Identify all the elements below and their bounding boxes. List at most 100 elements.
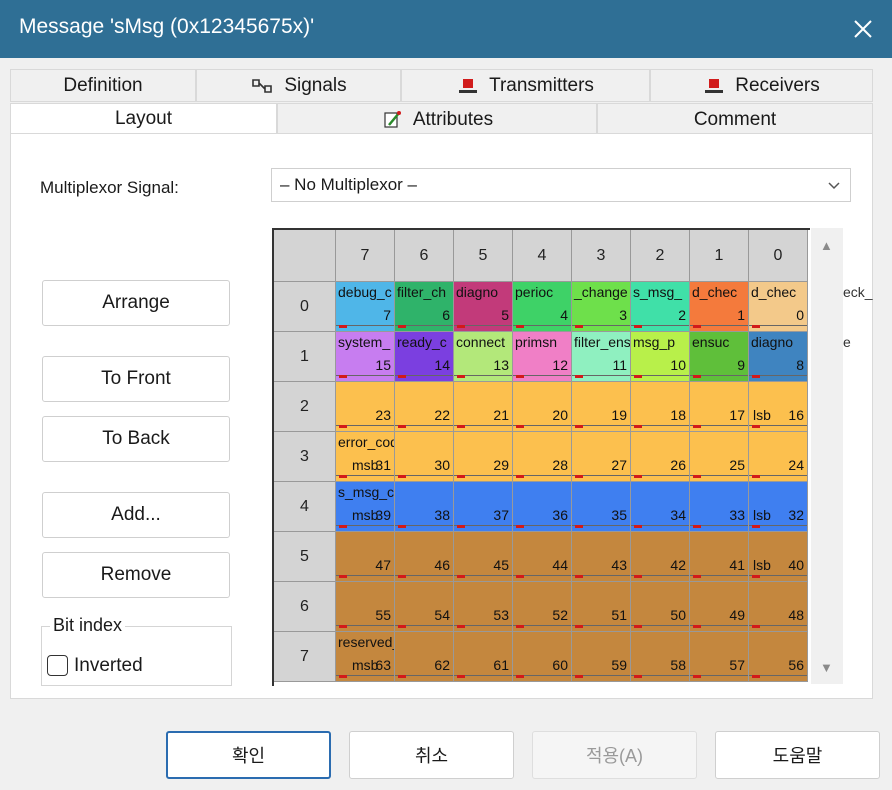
bit-cell[interactable]: 28: [513, 432, 572, 482]
close-button[interactable]: [834, 0, 892, 58]
bit-cell[interactable]: 45: [454, 532, 513, 582]
bit-cell[interactable]: s_msg_ 2: [631, 282, 690, 332]
tab-receivers[interactable]: Receivers: [650, 69, 873, 102]
bit-cell[interactable]: 52: [513, 582, 572, 632]
bit-cell[interactable]: 50: [631, 582, 690, 632]
bit-cell[interactable]: 30: [395, 432, 454, 482]
help-button[interactable]: 도움말: [715, 731, 880, 779]
bit-cell[interactable]: 19: [572, 382, 631, 432]
bit-cell[interactable]: _change 3: [572, 282, 631, 332]
bit-cell[interactable]: 42: [631, 532, 690, 582]
signal-marker: [693, 625, 701, 628]
bit-cell[interactable]: lsb 16: [749, 382, 808, 432]
bit-cell[interactable]: diagno 5: [454, 282, 513, 332]
bit-cell[interactable]: lsb 40: [749, 532, 808, 582]
inverted-checkbox[interactable]: [47, 655, 68, 676]
bit-cell[interactable]: 36: [513, 482, 572, 532]
bit-cell[interactable]: 33: [690, 482, 749, 532]
bit-cell[interactable]: 54: [395, 582, 454, 632]
bit-cell[interactable]: 37: [454, 482, 513, 532]
arrange-button[interactable]: Arrange: [42, 280, 230, 326]
bit-cell[interactable]: connect 13: [454, 332, 513, 382]
bit-cell[interactable]: lsb 32: [749, 482, 808, 532]
bit-cell[interactable]: 61: [454, 632, 513, 682]
scroll-up-icon[interactable]: ▲: [820, 238, 833, 253]
signal-marker: [457, 625, 465, 628]
bit-cell[interactable]: 27: [572, 432, 631, 482]
signal-marker: [634, 375, 642, 378]
bit-cell[interactable]: 22: [395, 382, 454, 432]
tab-layout[interactable]: Layout: [10, 103, 277, 136]
bit-cell[interactable]: diagno 8: [749, 332, 808, 382]
add-button[interactable]: Add...: [42, 492, 230, 538]
bit-cell[interactable]: 23: [336, 382, 395, 432]
bit-cell[interactable]: primsn 12: [513, 332, 572, 382]
bit-cell[interactable]: 24: [749, 432, 808, 482]
bit-cell[interactable]: 43: [572, 532, 631, 582]
bit-layout-grid[interactable]: 7 6 5 4 3 2 1 0 0 debug_c 7 filter_ch 6 diagno 5 perioc…: [272, 228, 810, 686]
bit-cell[interactable]: 35: [572, 482, 631, 532]
bit-cell[interactable]: 59: [572, 632, 631, 682]
chevron-down-icon: [828, 182, 840, 190]
bit-cell[interactable]: error_codemsb31: [336, 432, 395, 482]
to-back-button[interactable]: To Back: [42, 416, 230, 462]
bit-cell[interactable]: 58: [631, 632, 690, 682]
bit-cell[interactable]: 25: [690, 432, 749, 482]
bit-cell[interactable]: 29: [454, 432, 513, 482]
bit-cell[interactable]: 38: [395, 482, 454, 532]
bit-number: 15: [375, 357, 391, 373]
bit-cell[interactable]: filter_ch 6: [395, 282, 454, 332]
bit-cell[interactable]: d_chec 0: [749, 282, 808, 332]
inverted-label[interactable]: Inverted: [74, 655, 143, 677]
bit-cell[interactable]: 57: [690, 632, 749, 682]
lsb-label: lsb: [753, 507, 771, 523]
to-front-button[interactable]: To Front: [42, 356, 230, 402]
vertical-scrollbar[interactable]: ▲ ▼: [811, 228, 843, 684]
bit-cell[interactable]: 34: [631, 482, 690, 532]
signal-name: system_: [338, 334, 391, 350]
bit-cell[interactable]: 44: [513, 532, 572, 582]
bit-cell[interactable]: 26: [631, 432, 690, 482]
bit-cell[interactable]: 49: [690, 582, 749, 632]
multiplexor-select[interactable]: – No Multiplexor –: [271, 168, 851, 202]
bit-number: 53: [493, 607, 509, 623]
bit-cell[interactable]: ready_c 14: [395, 332, 454, 382]
bit-cell[interactable]: 51: [572, 582, 631, 632]
bit-cell[interactable]: d_chec 1: [690, 282, 749, 332]
bit-cell[interactable]: 56: [749, 632, 808, 682]
bit-cell[interactable]: s_msg_countermsb39: [336, 482, 395, 532]
bit-cell[interactable]: system_ 15: [336, 332, 395, 382]
bit-cell[interactable]: msg_p 10: [631, 332, 690, 382]
ok-button[interactable]: 확인: [166, 731, 331, 779]
remove-button[interactable]: Remove: [42, 552, 230, 598]
bit-cell[interactable]: reserved_futuremsb63: [336, 632, 395, 682]
bit-cell[interactable]: 46: [395, 532, 454, 582]
scroll-down-icon[interactable]: ▼: [820, 660, 833, 675]
bit-cell[interactable]: 60: [513, 632, 572, 682]
bit-cell[interactable]: 62: [395, 632, 454, 682]
bit-cell[interactable]: 18: [631, 382, 690, 432]
bit-cell[interactable]: 17: [690, 382, 749, 432]
bit-cell[interactable]: filter_ens 11: [572, 332, 631, 382]
tab-comment[interactable]: Comment: [597, 103, 873, 136]
bit-number: 21: [493, 407, 509, 423]
bit-cell[interactable]: 48: [749, 582, 808, 632]
bit-cell[interactable]: 47: [336, 532, 395, 582]
tab-transmitters[interactable]: Transmitters: [401, 69, 650, 102]
bit-cell[interactable]: perioc 4: [513, 282, 572, 332]
tab-label: Definition: [63, 74, 143, 96]
bit-number: 7: [383, 307, 391, 323]
bit-cell[interactable]: 41: [690, 532, 749, 582]
tab-attributes[interactable]: Attributes: [277, 103, 597, 136]
bit-cell[interactable]: 55: [336, 582, 395, 632]
row-header: 4: [274, 482, 336, 532]
bit-cell[interactable]: 20: [513, 382, 572, 432]
bit-cell[interactable]: debug_c 7: [336, 282, 395, 332]
bit-cell[interactable]: 21: [454, 382, 513, 432]
bit-cell[interactable]: 53: [454, 582, 513, 632]
bit-cell[interactable]: ensuc 9: [690, 332, 749, 382]
cancel-button[interactable]: 취소: [349, 731, 514, 779]
tab-signals[interactable]: Signals: [196, 69, 401, 102]
signal-marker: [752, 575, 760, 578]
tab-definition[interactable]: Definition: [10, 69, 196, 102]
